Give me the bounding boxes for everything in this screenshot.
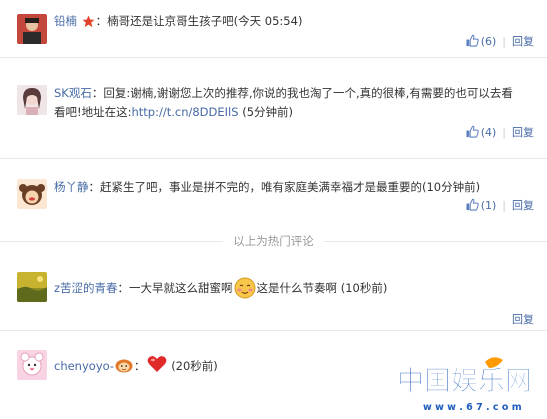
separator: | xyxy=(502,126,506,139)
comment-actions: (6) | 回复 xyxy=(466,34,534,50)
username[interactable]: 铅楠 xyxy=(54,14,77,28)
comment-text: z苦涩的青春：一大早就这么甜蜜啊 这是什么节奏啊 (10秒前) xyxy=(54,277,387,301)
timestamp: (10秒前) xyxy=(340,281,388,295)
comment-actions: (1) | 回复 xyxy=(466,198,534,214)
like-button[interactable]: (6) xyxy=(466,34,497,48)
comment-item: z苦涩的青春：一大早就这么甜蜜啊 这是什么节奏啊 (10秒前) 回复 xyxy=(0,260,547,330)
comment-text: chenyoyo-： (20秒前) xyxy=(54,355,218,379)
timestamp: (5分钟前) xyxy=(242,105,293,119)
vip-star-icon[interactable] xyxy=(82,15,95,34)
reply-button[interactable]: 回复 xyxy=(512,35,534,48)
thumbs-up-icon xyxy=(466,198,479,211)
reply-button[interactable]: 回复 xyxy=(512,199,534,212)
avatar[interactable] xyxy=(17,272,47,302)
site-watermark-logo: 中国娱乐网 w w w . 6 7 . c o m xyxy=(393,354,543,416)
like-count: (4) xyxy=(480,126,497,139)
comment-body: 赶紧生了吧，事业是拼不完的，唯有家庭美满幸福才是最重要的 xyxy=(100,180,422,194)
like-count: (1) xyxy=(480,199,497,212)
timestamp: (今天 05:54) xyxy=(233,14,303,28)
hot-comments-divider: 以上为热门评论 xyxy=(0,233,547,249)
comment-actions: 回复 xyxy=(512,312,534,328)
shy-smile-emoji-icon xyxy=(234,277,256,301)
avatar[interactable] xyxy=(17,85,47,115)
separator: | xyxy=(502,35,506,48)
comment-text: 铅楠 ：楠哥还是让京哥生孩子吧(今天 05:54) xyxy=(54,12,302,34)
timestamp: (20秒前) xyxy=(171,359,218,373)
timestamp: (10分钟前) xyxy=(422,180,481,194)
reply-button[interactable]: 回复 xyxy=(512,313,534,326)
comment-body: 楠哥还是让京哥生孩子吧 xyxy=(107,14,234,28)
comment-text: SK观石：回复:谢楠,谢谢您上次的推荐,你说的我也淘了一个,真的很棒,有需要的也… xyxy=(54,86,513,119)
avatar[interactable] xyxy=(17,14,47,44)
username[interactable]: z苦涩的青春 xyxy=(54,281,118,295)
comment-body: 回复:谢楠,谢谢您上次的推荐,你说的我也淘了一个,真的很棒,有需要的也可以去看 xyxy=(103,86,513,100)
like-count: (6) xyxy=(480,35,497,48)
hot-comments-label: 以上为热门评论 xyxy=(223,234,324,248)
comment-item: 杨丫静：赶紧生了吧，事业是拼不完的，唯有家庭美满幸福才是最重要的(10分钟前) … xyxy=(0,159,547,219)
username[interactable]: 杨丫静 xyxy=(54,180,89,194)
watermark-url: w w w . 6 7 . c o m xyxy=(423,402,522,413)
reply-button[interactable]: 回复 xyxy=(512,126,534,139)
username[interactable]: SK观石 xyxy=(54,86,92,100)
comment-body-continued: 看吧!地址在这: xyxy=(54,105,132,119)
thumbs-up-icon xyxy=(466,125,479,138)
comment-link[interactable]: http://t.cn/8DDEIlS xyxy=(131,105,238,119)
comment-body: 一大早就这么甜蜜啊 xyxy=(129,281,233,295)
avatar[interactable] xyxy=(17,179,47,209)
like-button[interactable]: (4) xyxy=(466,125,497,139)
username[interactable]: chenyoyo- xyxy=(54,359,114,373)
thumbs-up-icon xyxy=(466,34,479,47)
avatar[interactable] xyxy=(17,350,47,380)
separator: | xyxy=(502,199,506,212)
comment-body-continued: 这是什么节奏啊 xyxy=(256,281,338,295)
watermark-brand: 中国娱乐网 xyxy=(397,366,532,397)
comment-actions: (4) | 回复 xyxy=(466,125,534,141)
like-button[interactable]: (1) xyxy=(466,198,497,212)
comment-item: SK观石：回复:谢楠,谢谢您上次的推荐,你说的我也淘了一个,真的很棒,有需要的也… xyxy=(0,58,547,158)
comment-text: 杨丫静：赶紧生了吧，事业是拼不完的，唯有家庭美满幸福才是最重要的(10分钟前) xyxy=(54,180,481,194)
heart-icon xyxy=(147,355,167,379)
comment-item: 铅楠 ：楠哥还是让京哥生孩子吧(今天 05:54) (6) | 回复 xyxy=(0,0,547,57)
monkey-face-icon xyxy=(115,359,133,379)
